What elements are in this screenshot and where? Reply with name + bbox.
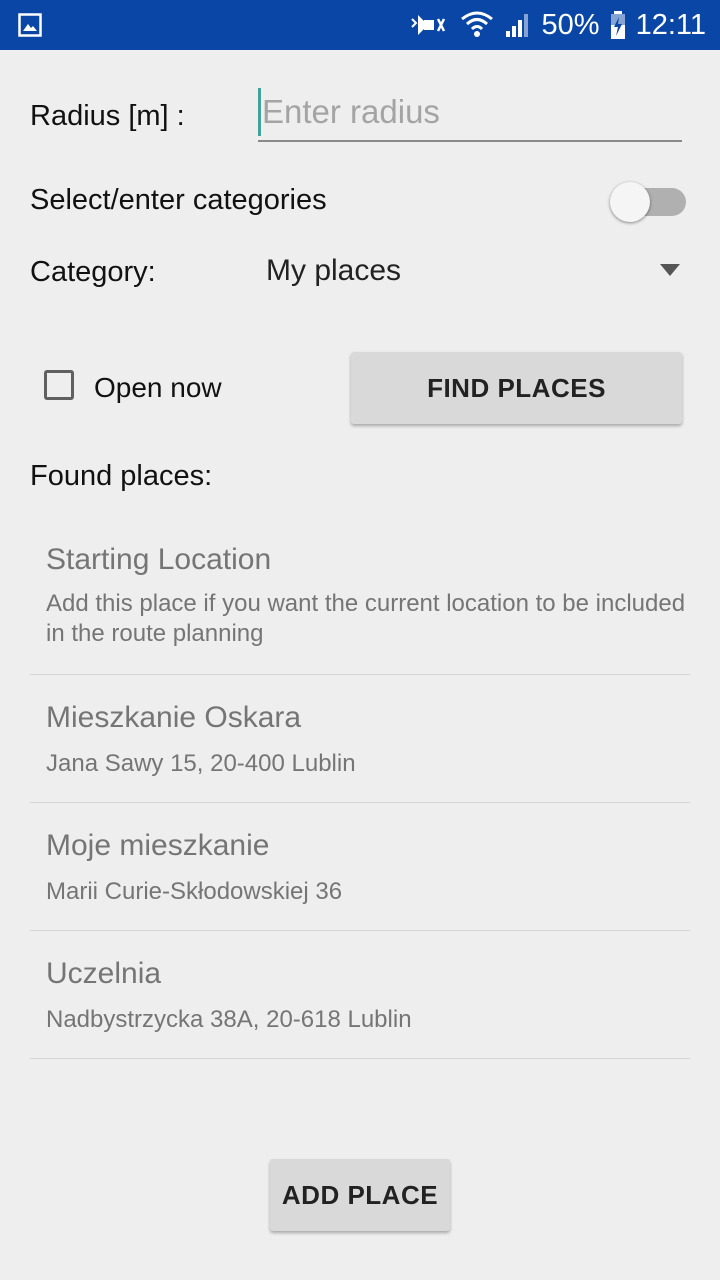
list-item[interactable]: Mieszkanie Oskara Jana Sawy 15, 20-400 L…: [30, 675, 690, 803]
open-now-checkbox[interactable]: [44, 370, 74, 400]
gallery-notification-icon: [18, 13, 42, 37]
category-label: Category:: [30, 256, 156, 288]
item-title: Mieszkanie Oskara: [46, 701, 302, 734]
item-subtitle: Jana Sawy 15, 20-400 Lublin: [46, 750, 356, 777]
find-places-button[interactable]: FIND PLACES: [351, 352, 682, 424]
item-title: Uczelnia: [46, 957, 162, 990]
category-selected-value: My places: [266, 254, 402, 287]
radius-input[interactable]: [258, 84, 682, 142]
signal-icon: [505, 14, 528, 37]
item-subtitle: Marii Curie-Skłodowskiej 36: [46, 878, 343, 905]
switch-thumb: [610, 182, 650, 222]
item-title: Moje mieszkanie: [46, 829, 270, 862]
places-list: Starting Location Add this place if you …: [30, 526, 690, 1059]
add-place-button[interactable]: ADD PLACE: [270, 1159, 450, 1231]
item-subtitle: Nadbystrzycka 38A, 20-618 Lublin: [46, 1006, 412, 1033]
status-time: 12:11: [635, 8, 706, 41]
found-places-heading: Found places:: [30, 460, 213, 492]
status-bar: 50% 12:11: [0, 0, 720, 50]
battery-percent: 50%: [541, 8, 600, 41]
radius-label: Radius [m] :: [30, 100, 185, 132]
dropdown-arrow-icon: [660, 264, 680, 276]
item-title: Starting Location: [46, 543, 272, 576]
wifi-icon: [460, 11, 493, 37]
open-now-label[interactable]: Open now: [94, 372, 222, 404]
list-item[interactable]: Moje mieszkanie Marii Curie-Skłodowskiej…: [30, 803, 690, 931]
mute-icon: [410, 15, 445, 35]
battery-charging-icon: [610, 11, 625, 39]
categories-toggle-label: Select/enter categories: [30, 184, 327, 216]
list-item[interactable]: Uczelnia Nadbystrzycka 38A, 20-618 Lubli…: [30, 931, 690, 1059]
categories-switch[interactable]: [610, 182, 688, 222]
text-cursor: [258, 88, 261, 136]
list-item[interactable]: Starting Location Add this place if you …: [30, 526, 690, 675]
item-subtitle: Add this place if you want the current l…: [46, 590, 686, 647]
